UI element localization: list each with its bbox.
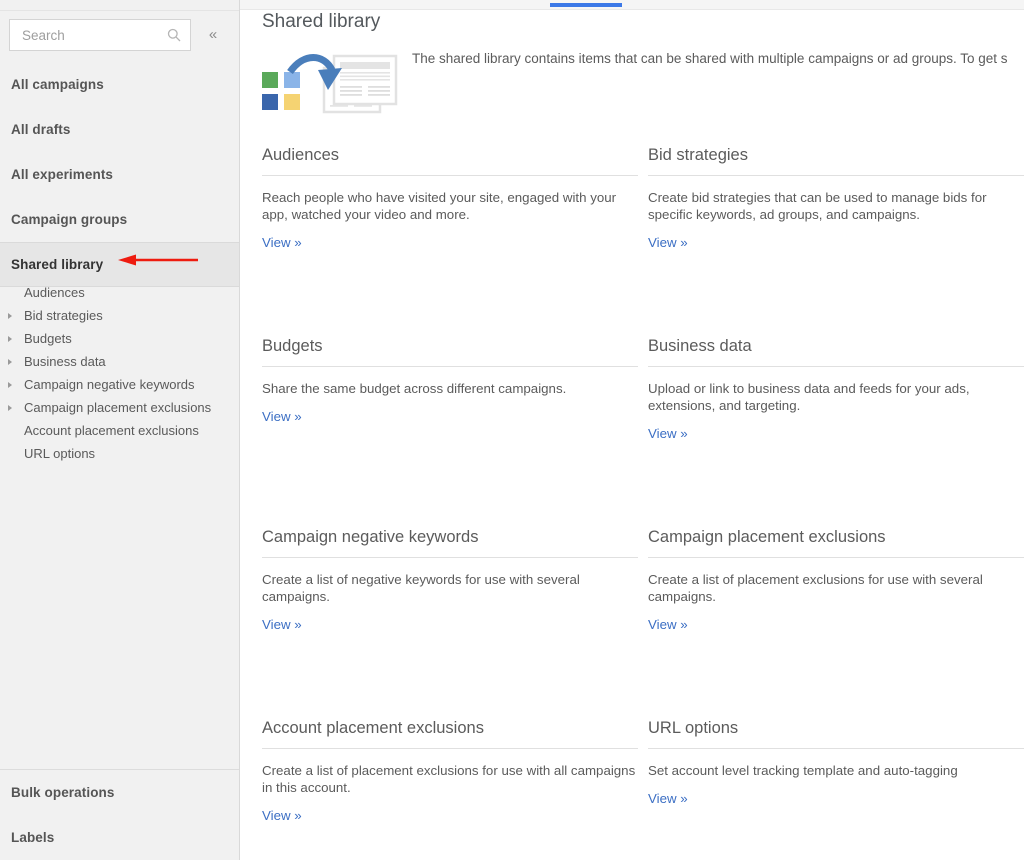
view-link[interactable]: View » <box>262 808 302 823</box>
sidebar-subitem-label: Budgets <box>24 331 72 346</box>
card-description: Create a list of placement exclusions fo… <box>262 763 636 795</box>
sidebar-subitem-audiences[interactable]: Audiences <box>0 281 239 304</box>
card-row: Budgets Share the same budget across dif… <box>240 335 1024 526</box>
card-title: Campaign negative keywords <box>262 528 479 546</box>
view-link[interactable]: View » <box>648 426 688 441</box>
search-icon <box>167 28 181 42</box>
card-description: Reach people who have visited your site,… <box>262 190 617 222</box>
sidebar-subitem-label: Campaign negative keywords <box>24 377 195 392</box>
card-divider <box>262 557 638 558</box>
sidebar-top-nav: All campaigns All drafts All experiments… <box>0 62 239 287</box>
card-title: Business data <box>648 337 752 355</box>
collapse-sidebar-button[interactable]: « <box>203 24 223 46</box>
card-title: URL options <box>648 719 739 737</box>
search-row: « <box>0 12 239 58</box>
view-link[interactable]: View » <box>648 235 688 250</box>
chevron-right-icon[interactable] <box>8 312 22 319</box>
card-divider <box>648 175 1024 176</box>
card-budgets: Budgets Share the same budget across dif… <box>262 335 660 426</box>
sidebar-subitem-business-data[interactable]: Business data <box>0 350 239 373</box>
sidebar-item-label: Labels <box>11 830 55 845</box>
shared-library-page: « All campaigns All drafts All experimen… <box>0 0 1024 860</box>
chevron-right-icon[interactable] <box>8 335 22 342</box>
intro-description: The shared library contains items that c… <box>412 51 1008 66</box>
sidebar-item-label: Shared library <box>11 257 104 272</box>
sidebar-subitem-bid-strategies[interactable]: Bid strategies <box>0 304 239 327</box>
chevron-right-icon[interactable] <box>8 381 22 388</box>
view-link[interactable]: View » <box>262 617 302 632</box>
sidebar-item-label: Campaign groups <box>11 212 128 227</box>
view-link[interactable]: View » <box>262 409 302 424</box>
sidebar-item-all-campaigns[interactable]: All campaigns <box>0 62 239 107</box>
card-campaign-negative-keywords: Campaign negative keywords Create a list… <box>262 526 660 634</box>
sidebar-item-bulk-operations[interactable]: Bulk operations <box>0 770 239 815</box>
chevron-right-icon[interactable] <box>8 404 22 411</box>
sidebar-subitem-label: Audiences <box>24 285 85 300</box>
page-title: Shared library <box>262 11 381 32</box>
card-divider <box>262 175 638 176</box>
sidebar-subitem-label: Campaign placement exclusions <box>24 400 212 415</box>
card-description: Share the same budget across different c… <box>262 381 567 396</box>
sidebar-item-label: Bulk operations <box>11 785 115 800</box>
sidebar-subitem-label: Bid strategies <box>24 308 103 323</box>
sidebar-subitem-campaign-placement-exclusions[interactable]: Campaign placement exclusions <box>0 396 239 419</box>
sidebar-sub-nav: Audiences Bid strategies Budgets Busines… <box>0 281 239 465</box>
sidebar-subitem-label: Business data <box>24 354 106 369</box>
sidebar-item-label: All experiments <box>11 167 114 182</box>
card-campaign-placement-exclusions: Campaign placement exclusions Create a l… <box>648 526 1024 634</box>
card-row: Account placement exclusions Create a li… <box>240 717 1024 837</box>
card-divider <box>262 366 638 367</box>
card-title: Campaign placement exclusions <box>648 528 886 546</box>
card-title: Account placement exclusions <box>262 719 484 737</box>
card-title: Audiences <box>262 146 340 164</box>
card-row: Campaign negative keywords Create a list… <box>240 526 1024 717</box>
sidebar-subitem-label: URL options <box>24 446 96 461</box>
search-box[interactable] <box>9 19 191 51</box>
sidebar-item-label: All campaigns <box>11 77 104 92</box>
card-description: Set account level tracking template and … <box>648 763 958 778</box>
view-link[interactable]: View » <box>648 617 688 632</box>
sidebar-subitem-url-options[interactable]: URL options <box>0 442 239 465</box>
main-content: Shared library The shared library contai… <box>240 0 1024 860</box>
card-description: Create a list of placement exclusions fo… <box>648 572 983 604</box>
sidebar-top-strip <box>0 0 239 11</box>
card-audiences: Audiences Reach people who have visited … <box>262 144 660 252</box>
sidebar-item-labels[interactable]: Labels <box>0 815 239 860</box>
card-bid-strategies: Bid strategies Create bid strategies tha… <box>648 144 1024 252</box>
tab-strip <box>240 0 1024 10</box>
card-divider <box>262 748 638 749</box>
card-description: Create a list of negative keywords for u… <box>262 572 580 604</box>
sidebar-bottom-nav: Bulk operations Labels <box>0 769 239 860</box>
card-business-data: Business data Upload or link to business… <box>648 335 1024 443</box>
shared-library-illustration-icon <box>258 48 408 120</box>
card-divider <box>648 557 1024 558</box>
card-url-options: URL options Set account level tracking t… <box>648 717 1024 808</box>
active-tab-indicator <box>550 3 622 7</box>
sidebar-item-campaign-groups[interactable]: Campaign groups <box>0 197 239 242</box>
card-divider <box>648 748 1024 749</box>
card-description: Upload or link to business data and feed… <box>648 381 970 413</box>
sidebar-item-label: All drafts <box>11 122 71 137</box>
sidebar-subitem-label: Account placement exclusions <box>24 423 199 438</box>
card-title: Bid strategies <box>648 146 748 164</box>
card-description: Create bid strategies that can be used t… <box>648 190 987 222</box>
view-link[interactable]: View » <box>262 235 302 250</box>
search-input[interactable] <box>20 26 170 44</box>
cards-grid: Audiences Reach people who have visited … <box>240 144 1024 837</box>
sidebar: « All campaigns All drafts All experimen… <box>0 0 240 860</box>
sidebar-subitem-account-placement-exclusions[interactable]: Account placement exclusions <box>0 419 239 442</box>
view-link[interactable]: View » <box>648 791 688 806</box>
sidebar-item-all-drafts[interactable]: All drafts <box>0 107 239 152</box>
sidebar-subitem-campaign-negative-keywords[interactable]: Campaign negative keywords <box>0 373 239 396</box>
card-row: Audiences Reach people who have visited … <box>240 144 1024 335</box>
card-title: Budgets <box>262 337 323 355</box>
chevron-right-icon[interactable] <box>8 358 22 365</box>
intro-block: The shared library contains items that c… <box>240 44 1024 124</box>
card-account-placement-exclusions: Account placement exclusions Create a li… <box>262 717 660 825</box>
sidebar-item-all-experiments[interactable]: All experiments <box>0 152 239 197</box>
sidebar-subitem-budgets[interactable]: Budgets <box>0 327 239 350</box>
card-divider <box>648 366 1024 367</box>
